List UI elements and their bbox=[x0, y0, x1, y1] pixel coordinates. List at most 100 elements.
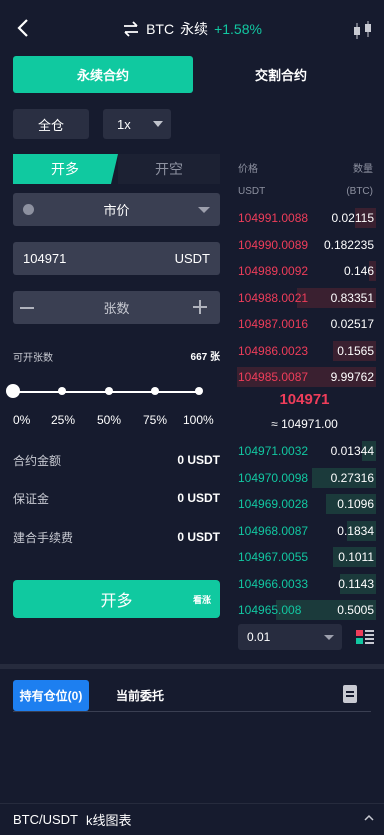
order-price: 104989.0092 bbox=[238, 264, 309, 278]
orderbook-layout-button[interactable] bbox=[356, 630, 374, 644]
order-quantity: 0.27316 bbox=[330, 470, 374, 485]
contract-amount-value: 0 USDT bbox=[177, 453, 220, 467]
order-quantity: 0.83351 bbox=[330, 290, 374, 305]
tab-perpetual[interactable]: 永续合约 bbox=[13, 56, 193, 93]
bid-row[interactable]: 104971.0032 0.01344 bbox=[233, 440, 376, 462]
margin-label: 保证金 bbox=[13, 491, 50, 506]
slider-mark-75[interactable] bbox=[151, 387, 159, 395]
price-field[interactable]: 104971 USDT bbox=[13, 242, 220, 275]
tab-current-orders[interactable]: 当前委托 bbox=[116, 680, 164, 711]
settings-icon bbox=[354, 21, 371, 39]
price-change: +1.58% bbox=[214, 21, 262, 37]
order-quantity: 0.5005 bbox=[337, 603, 374, 617]
minus-icon[interactable] bbox=[20, 307, 34, 309]
symbol-label: BTC bbox=[146, 21, 175, 37]
quantity-stepper[interactable]: 张数 bbox=[13, 291, 220, 324]
fee-value: 0 USDT bbox=[177, 530, 220, 544]
contract-selector[interactable]: BTC 永续 +1.58% bbox=[0, 18, 384, 40]
order-quantity: 0.02517 bbox=[330, 317, 374, 331]
contract-amount-label: 合约金额 bbox=[13, 453, 62, 468]
chevron-down-icon bbox=[153, 121, 163, 127]
ask-row[interactable]: 104986.0023 0.1565 bbox=[233, 340, 376, 362]
available-value: 667 张 bbox=[190, 352, 220, 363]
fee-row: 建合手续费 0 USDT bbox=[13, 528, 220, 546]
swap-icon bbox=[122, 20, 140, 38]
price-unit: USDT bbox=[174, 251, 210, 266]
order-quantity: 0.02115 bbox=[331, 211, 375, 225]
ask-row[interactable]: 104989.0092 0.146 bbox=[233, 260, 376, 282]
chevron-down-icon bbox=[198, 207, 210, 213]
contract-amount-row: 合约金额 0 USDT bbox=[13, 451, 220, 469]
kline-pair: BTC/USDT bbox=[13, 812, 78, 827]
leverage-value: 1x bbox=[117, 116, 131, 132]
settings-button[interactable] bbox=[352, 19, 374, 41]
quantity-placeholder: 张数 bbox=[103, 301, 130, 316]
order-price: 104991.0088 bbox=[238, 211, 309, 225]
slider-handle[interactable] bbox=[6, 384, 20, 398]
info-icon bbox=[23, 204, 34, 215]
order-price: 104990.0089 bbox=[238, 237, 309, 252]
fee-label: 建合手续费 bbox=[13, 530, 74, 545]
price-value: 104971 bbox=[23, 251, 67, 266]
ask-row[interactable]: 104985.0087 9.99762 bbox=[233, 366, 376, 388]
order-price: 104965.008 bbox=[238, 603, 302, 617]
order-type-value: 市价 bbox=[103, 203, 130, 218]
precision-select[interactable]: 0.01 bbox=[238, 624, 342, 650]
order-price: 104966.0033 bbox=[238, 576, 309, 591]
tab-open-long[interactable]: 开多 bbox=[13, 154, 117, 184]
tabs-underline bbox=[13, 711, 371, 712]
margin-row: 保证金 0 USDT bbox=[13, 489, 220, 507]
tab-open-short[interactable]: 开空 bbox=[118, 154, 220, 184]
order-price: 104986.0023 bbox=[238, 343, 309, 358]
order-price: 104971.0032 bbox=[238, 444, 309, 458]
bid-row[interactable]: 104965.008 0.5005 bbox=[233, 599, 376, 621]
orderbook-price-header: 价格 bbox=[238, 164, 258, 175]
orderbook-price-unit: USDT bbox=[238, 186, 266, 197]
order-price: 104988.0021 bbox=[238, 290, 309, 305]
order-price: 104968.0087 bbox=[238, 523, 309, 538]
order-quantity: 0.1565 bbox=[337, 343, 374, 358]
order-price: 104967.0055 bbox=[238, 550, 309, 564]
ask-row[interactable]: 104988.0021 0.83351 bbox=[233, 287, 376, 309]
margin-value: 0 USDT bbox=[177, 491, 220, 505]
kline-label: k线图表 bbox=[86, 813, 132, 828]
document-icon[interactable] bbox=[343, 685, 357, 703]
order-quantity: 0.01344 bbox=[330, 444, 374, 458]
layout-icon bbox=[356, 630, 374, 644]
bid-row[interactable]: 104970.0098 0.27316 bbox=[233, 467, 376, 489]
slider-label-75: 75% bbox=[143, 413, 168, 427]
slider-label-0: 0% bbox=[13, 413, 31, 427]
slider-mark-100[interactable] bbox=[195, 387, 203, 395]
slider-mark-50[interactable] bbox=[105, 387, 113, 395]
bid-row[interactable]: 104968.0087 0.1834 bbox=[233, 520, 376, 542]
slider-label-100: 100% bbox=[183, 413, 214, 427]
slider-mark-25[interactable] bbox=[58, 387, 66, 395]
bid-row[interactable]: 104969.0028 0.1096 bbox=[233, 493, 376, 515]
slider-label-25: 25% bbox=[51, 413, 76, 427]
order-price: 104985.0087 bbox=[238, 370, 309, 384]
orderbook-qty-header: 数量 bbox=[353, 164, 373, 175]
leverage-select[interactable]: 1x bbox=[103, 109, 171, 139]
order-quantity: 0.182235 bbox=[323, 237, 374, 252]
bid-row[interactable]: 104966.0033 0.1143 bbox=[233, 573, 376, 595]
margin-mode-button[interactable]: 全仓 bbox=[13, 109, 89, 139]
tab-holdings[interactable]: 持有仓位(0) bbox=[13, 680, 89, 711]
order-price: 104987.0016 bbox=[238, 317, 309, 331]
order-type-select[interactable]: 市价 bbox=[13, 193, 220, 226]
tab-delivery[interactable]: 交割合约 bbox=[206, 56, 356, 93]
slider-label-50: 50% bbox=[97, 413, 122, 427]
ask-row[interactable]: 104991.0088 0.02115 bbox=[233, 207, 376, 229]
last-price-approx: ≈ 104971.00 bbox=[271, 417, 338, 431]
ask-row[interactable]: 104987.0016 0.02517 bbox=[233, 313, 376, 335]
order-quantity: 0.146 bbox=[343, 264, 374, 278]
orderbook-qty-unit: (BTC) bbox=[346, 186, 373, 197]
plus-icon[interactable] bbox=[193, 300, 207, 314]
ask-row[interactable]: 104990.0089 0.182235 bbox=[233, 234, 376, 256]
open-long-button[interactable]: 开多 看涨 bbox=[13, 580, 220, 618]
chevron-up-icon[interactable] bbox=[364, 813, 374, 823]
kline-bar[interactable]: BTC/USDT k线图表 bbox=[0, 803, 384, 835]
order-quantity: 9.99762 bbox=[330, 370, 374, 384]
open-button-label: 开多 bbox=[100, 593, 133, 610]
bid-row[interactable]: 104967.0055 0.1011 bbox=[233, 546, 376, 568]
order-quantity: 0.1143 bbox=[338, 576, 374, 591]
